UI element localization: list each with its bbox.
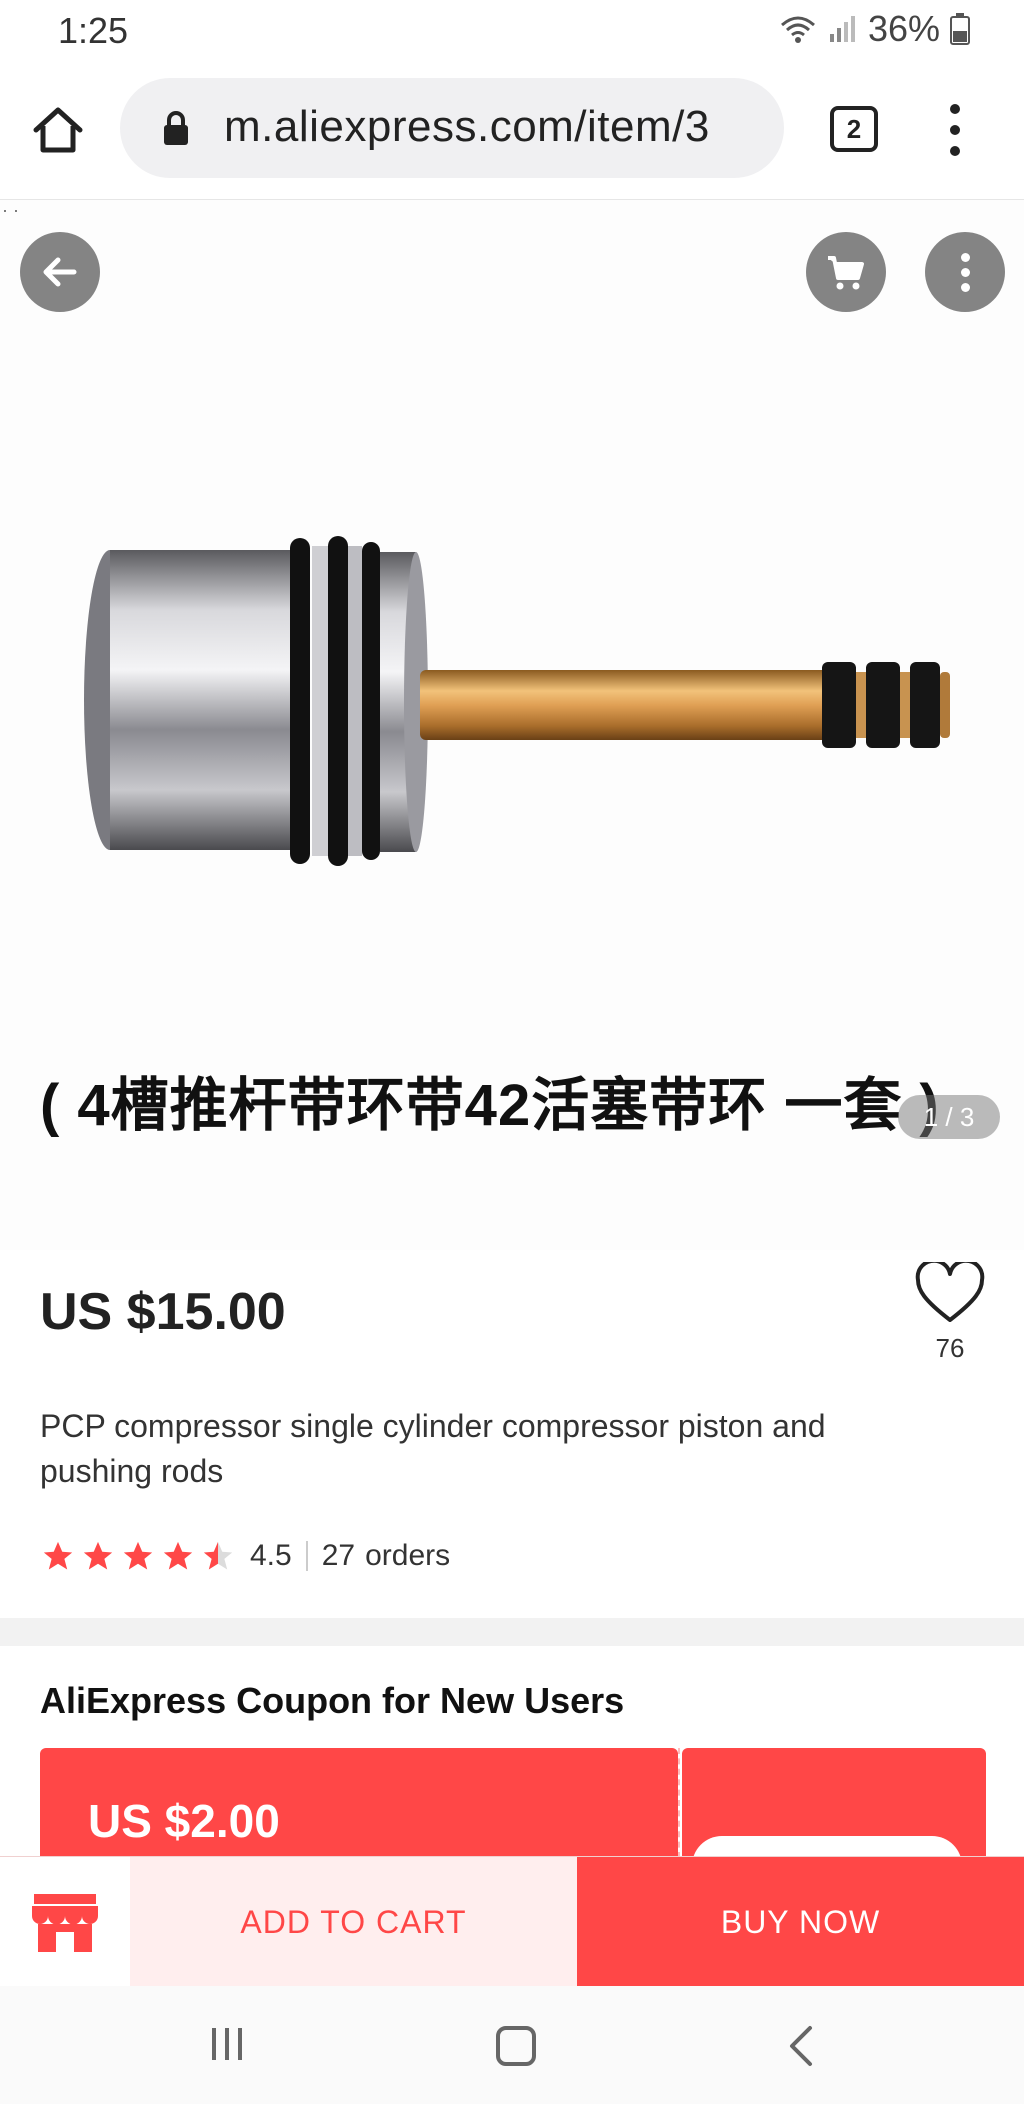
back-button[interactable]	[20, 232, 100, 312]
url-text: m.aliexpress.com/item/3	[224, 102, 710, 151]
signal-icon	[829, 16, 855, 42]
rating-row[interactable]: 4.5 27 orders	[40, 1534, 450, 1578]
system-nav-bar	[0, 1986, 1024, 2104]
more-options-button[interactable]	[925, 232, 1005, 312]
battery-icon	[950, 13, 970, 45]
browser-menu-icon[interactable]	[940, 104, 970, 156]
coupon-action-card[interactable]	[682, 1748, 986, 1858]
star-icon	[43, 1541, 73, 1570]
cart-icon	[828, 256, 864, 290]
nav-home-icon[interactable]	[496, 2026, 536, 2066]
status-time: 1:25	[58, 10, 129, 51]
more-vert-icon	[960, 252, 970, 292]
gallery-edge-mark: · ·	[2, 200, 19, 220]
star-icon	[83, 1541, 113, 1570]
product-image	[84, 536, 950, 866]
wishlist-button[interactable]: 76	[910, 1258, 990, 1364]
rating-value: 4.5	[250, 1539, 292, 1572]
wishlist-count: 76	[935, 1333, 965, 1363]
recents-icon[interactable]	[212, 2028, 242, 2060]
orders-count: 27	[321, 1539, 356, 1572]
cart-button[interactable]	[806, 232, 886, 312]
rating-divider	[305, 1541, 308, 1571]
tab-switcher-button[interactable]: 2	[830, 106, 878, 152]
coupon-perforation	[678, 1748, 680, 1858]
wifi-icon	[780, 16, 815, 43]
back-arrow-icon	[43, 257, 77, 287]
battery-percent: 36%	[867, 8, 940, 49]
status-icons: 36%	[778, 8, 970, 50]
star-rating	[40, 1539, 236, 1573]
orders-label: orders	[365, 1539, 451, 1572]
screen: 1:25 36% m.aliexpress.com/item/3 2 · · (…	[0, 0, 1024, 2104]
lock-icon	[164, 111, 188, 145]
buy-now-button[interactable]: BUY NOW	[577, 1857, 1024, 1987]
heart-icon	[915, 1258, 985, 1322]
product-title: PCP compressor single cylinder compresso…	[40, 1408, 826, 1489]
section-divider	[0, 1618, 1024, 1646]
star-icon	[163, 1541, 193, 1570]
store-icon	[32, 1894, 98, 1952]
star-icon	[123, 1541, 153, 1570]
product-gallery[interactable]: · · (4槽推杆带环带42活塞带环 一套) 1 / 3	[0, 200, 1024, 1250]
bottom-action-bar: ADD TO CART BUY NOW	[0, 1856, 1024, 1987]
coupon-get-button[interactable]	[692, 1836, 962, 1858]
address-bar[interactable]: m.aliexpress.com/item/3	[120, 78, 784, 178]
nav-back-icon[interactable]	[786, 2024, 816, 2068]
star-half-icon	[203, 1541, 233, 1570]
coupon-amount: US $2.00	[88, 1795, 280, 1847]
store-button[interactable]	[0, 1857, 130, 1987]
browser-toolbar: m.aliexpress.com/item/3 2	[0, 60, 1024, 200]
add-to-cart-button[interactable]: ADD TO CART	[130, 1857, 577, 1987]
coupon-heading: AliExpress Coupon for New Users	[40, 1680, 625, 1721]
home-icon[interactable]	[30, 102, 86, 158]
status-bar: 1:25 36%	[0, 0, 1024, 60]
gallery-page-indicator: 1 / 3	[898, 1095, 1000, 1139]
coupon-card[interactable]: US $2.00	[40, 1748, 678, 1858]
product-price: US $15.00	[40, 1283, 286, 1341]
image-caption: ( 4槽推杆带环带42活塞带环 一套 )	[40, 1073, 940, 1138]
